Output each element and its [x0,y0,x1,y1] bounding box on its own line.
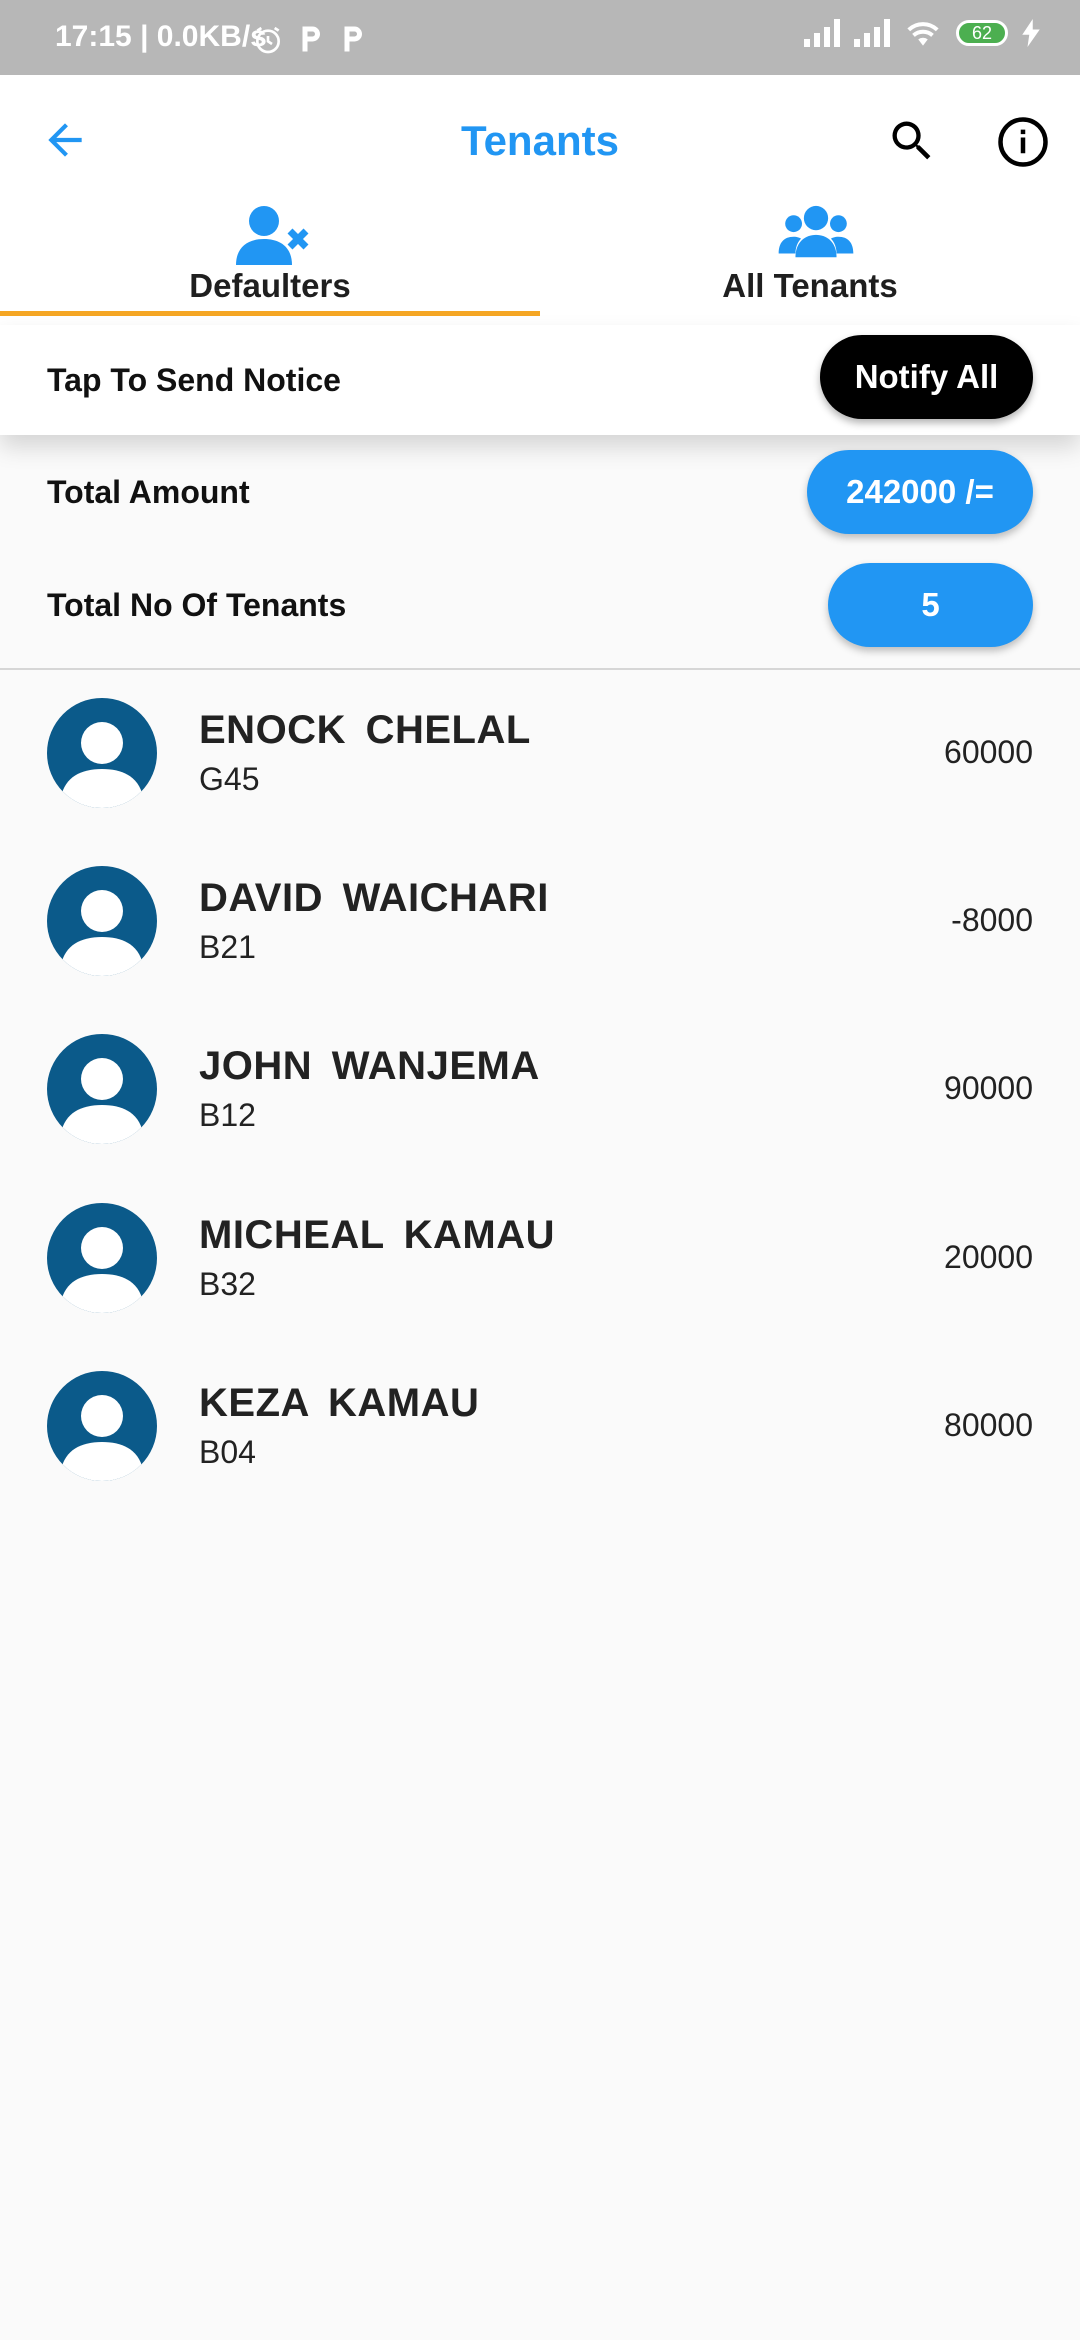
user-remove-icon [236,206,309,265]
tenant-unit: B32 [199,1266,256,1302]
total-tenants-row: Total No Of Tenants 5 [0,555,1080,655]
person-icon [61,722,143,808]
tab-defaulters-label: Defaulters [189,267,351,304]
tenant-amount: -8000 [951,902,1033,938]
tenant-row[interactable]: ENOCK CHELAL G45 60000 [0,698,1080,866]
tenant-amount: 60000 [944,734,1033,770]
tab-indicator [0,311,540,316]
total-tenants-label: Total No Of Tenants [47,587,347,623]
search-icon[interactable] [886,115,938,167]
person-icon [61,1227,143,1313]
status-bar: 17:15 | 0.0KB/s 62 [0,0,1080,75]
info-icon[interactable] [996,115,1050,169]
tenant-name: JOHN WANJEMA [199,1044,540,1088]
tenant-name: KEZA KAMAU [199,1381,480,1425]
avatar [47,1371,157,1481]
tenant-row[interactable]: KEZA KAMAU B04 80000 [0,1371,1080,1539]
total-amount-badge: 242000 /= [807,450,1033,534]
tenant-unit: B12 [199,1097,256,1133]
total-amount-row: Total Amount 242000 /= [0,442,1080,542]
signal-icon [854,19,890,47]
tab-all-tenants[interactable]: All Tenants [540,205,1080,325]
tenant-row[interactable]: DAVID WAICHARI B21 -8000 [0,866,1080,1034]
tenant-unit: B21 [199,929,256,965]
person-icon [61,890,143,976]
avatar [47,1203,157,1313]
notice-bar: Tap To Send Notice Notify All [0,325,1080,435]
notice-label: Tap To Send Notice [47,362,341,398]
alarm-icon [256,26,280,54]
p-icon [302,26,320,52]
status-time: 17:15 | 0.0KB/s [55,20,267,53]
p-icon [344,26,362,52]
tenant-amount: 80000 [944,1407,1033,1443]
wifi-icon [907,22,939,46]
tenant-row[interactable]: JOHN WANJEMA B12 90000 [0,1034,1080,1202]
avatar [47,866,157,976]
status-icons: 62 [804,18,1040,48]
tenant-amount: 20000 [944,1239,1033,1275]
tab-defaulters[interactable]: Defaulters [0,205,540,325]
tab-all-tenants-label: All Tenants [722,267,898,304]
tenant-unit: B04 [199,1434,256,1470]
tenant-name: MICHEAL KAMAU [199,1213,555,1257]
users-group-icon [778,205,854,258]
tenant-row[interactable]: MICHEAL KAMAU B32 20000 [0,1203,1080,1371]
tenant-name: DAVID WAICHARI [199,876,549,920]
person-icon [61,1058,143,1144]
tenant-name: ENOCK CHELAL [199,708,531,752]
notify-all-button[interactable]: Notify All [820,335,1033,419]
avatar [47,1034,157,1144]
signal-icon [804,19,840,47]
total-amount-label: Total Amount [47,474,250,510]
battery-icon: 62 [956,20,1008,46]
avatar [47,698,157,808]
tenant-unit: G45 [199,761,260,797]
charging-icon [1022,19,1040,47]
total-tenants-badge: 5 [828,563,1033,647]
divider [0,668,1080,670]
tenant-amount: 90000 [944,1070,1033,1106]
person-icon [61,1395,143,1481]
app-bar: Tenants Defaulters All Tenants [0,75,1080,325]
